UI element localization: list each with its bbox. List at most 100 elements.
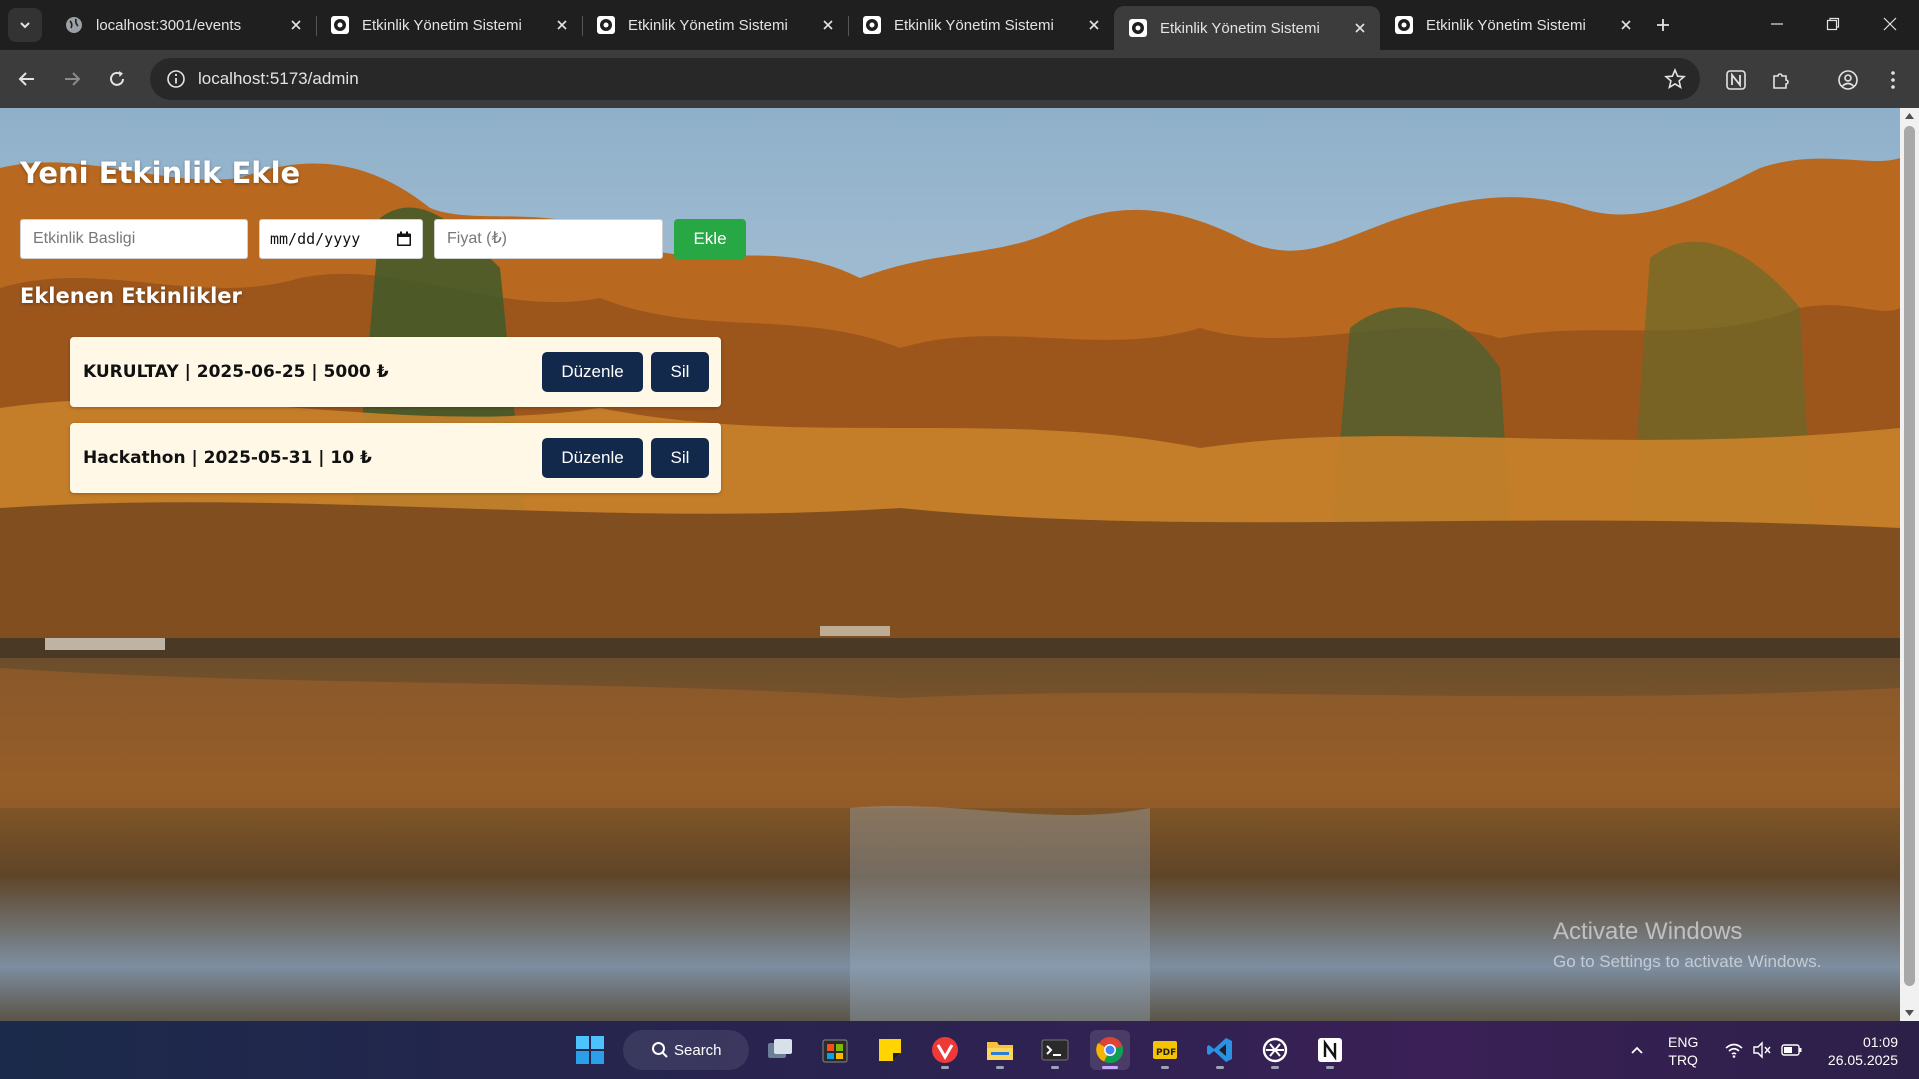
- chevron-down-icon: [20, 22, 30, 29]
- plus-icon: [1657, 19, 1669, 31]
- bookmark-star-icon[interactable]: [1664, 68, 1686, 90]
- tab-events[interactable]: localhost:3001/events: [50, 7, 316, 43]
- react-app-icon: [1129, 19, 1147, 37]
- add-event-form: mm/dd/yyyy Ekle: [20, 219, 746, 259]
- close-icon[interactable]: [1350, 18, 1370, 38]
- react-app-icon: [1395, 16, 1413, 34]
- date-placeholder: mm/dd/yyyy: [270, 230, 361, 248]
- system-clock[interactable]: 01:09 26.05.2025: [1820, 1033, 1898, 1069]
- restore-button[interactable]: [1804, 0, 1862, 48]
- edit-event-button[interactable]: Düzenle: [542, 352, 643, 392]
- notion-icon: [1726, 70, 1746, 90]
- scrollbar-thumb[interactable]: [1904, 126, 1915, 986]
- edit-event-button[interactable]: Düzenle: [542, 438, 643, 478]
- event-list: KURULTAY | 2025-06-25 | 5000 ₺ Düzenle S…: [70, 337, 721, 509]
- tab-title: Etkinlik Yönetim Sistemi: [362, 16, 522, 34]
- start-button[interactable]: [570, 1030, 610, 1070]
- reload-icon: [110, 71, 124, 86]
- running-indicator: [1271, 1066, 1279, 1069]
- taskbar-vivaldi[interactable]: [925, 1030, 965, 1070]
- calendar-icon[interactable]: [396, 231, 412, 247]
- taskbar-store[interactable]: [815, 1030, 855, 1070]
- profile-button[interactable]: [1834, 66, 1862, 94]
- chrome-icon: [1096, 1037, 1124, 1064]
- svg-text:PDF: PDF: [1156, 1048, 1176, 1058]
- battery-status[interactable]: [1772, 1030, 1812, 1070]
- sticky-notes-icon: [879, 1039, 901, 1061]
- restore-icon: [1826, 17, 1840, 31]
- page-viewport: Yeni Etkinlik Ekle mm/dd/yyyy Ekle Eklen…: [0, 108, 1900, 1021]
- search-label: Search: [674, 1041, 722, 1059]
- profile-icon: [1838, 70, 1858, 90]
- event-date-input[interactable]: mm/dd/yyyy: [259, 219, 423, 259]
- tab-search-button[interactable]: [8, 8, 42, 42]
- taskbar-pdf-app[interactable]: PDF: [1145, 1030, 1185, 1070]
- forward-arrow-icon: [65, 72, 81, 86]
- address-bar[interactable]: localhost:5173/admin: [150, 58, 1700, 100]
- delete-event-button[interactable]: Sil: [651, 438, 709, 478]
- event-summary: KURULTAY | 2025-06-25 | 5000 ₺: [83, 362, 389, 382]
- info-icon: [167, 70, 185, 88]
- lang-secondary: TRQ: [1668, 1052, 1698, 1068]
- close-icon[interactable]: [1084, 15, 1104, 35]
- extensions-button[interactable]: [1767, 66, 1795, 94]
- activate-windows-watermark: Activate Windows Go to Settings to activ…: [1553, 918, 1821, 972]
- page-scrollbar[interactable]: [1900, 108, 1919, 1021]
- close-icon[interactable]: [1616, 15, 1636, 35]
- taskbar-chrome[interactable]: [1090, 1030, 1130, 1070]
- tab-strip: localhost:3001/events Etkinlik Yönetim S…: [0, 0, 1919, 50]
- taskbar-chatgpt[interactable]: [1255, 1030, 1295, 1070]
- clock-date: 26.05.2025: [1827, 1052, 1898, 1068]
- tab-etkinlik-3[interactable]: Etkinlik Yönetim Sistemi: [848, 7, 1114, 43]
- new-tab-button[interactable]: [1648, 10, 1678, 40]
- taskbar-search[interactable]: Search: [623, 1030, 749, 1070]
- minimize-button[interactable]: [1748, 0, 1806, 48]
- tab-etkinlik-active[interactable]: Etkinlik Yönetim Sistemi: [1114, 6, 1380, 50]
- taskbar-file-explorer[interactable]: [980, 1030, 1020, 1070]
- input-language-indicator[interactable]: ENG TRQ: [1668, 1033, 1698, 1069]
- taskbar-notion[interactable]: [1310, 1030, 1350, 1070]
- more-vert-icon: [1891, 71, 1895, 89]
- tab-title: Etkinlik Yönetim Sistemi: [628, 16, 788, 34]
- scroll-up-arrow-icon[interactable]: [1904, 110, 1915, 122]
- event-list-heading: Eklenen Etkinlikler: [20, 284, 242, 308]
- site-info-button[interactable]: [154, 58, 198, 100]
- tab-title: Etkinlik Yönetim Sistemi: [1160, 19, 1320, 37]
- chevron-up-icon: [1631, 1046, 1643, 1054]
- scroll-down-arrow-icon[interactable]: [1904, 1007, 1915, 1019]
- tab-etkinlik-1[interactable]: Etkinlik Yönetim Sistemi: [316, 7, 582, 43]
- browser-menu-button[interactable]: [1879, 66, 1907, 94]
- forward-button[interactable]: [57, 64, 87, 94]
- close-icon[interactable]: [818, 15, 838, 35]
- event-title-input[interactable]: [20, 219, 248, 259]
- close-icon[interactable]: [552, 15, 572, 35]
- tab-etkinlik-2[interactable]: Etkinlik Yönetim Sistemi: [582, 7, 848, 43]
- delete-event-button[interactable]: Sil: [651, 352, 709, 392]
- running-indicator: [1161, 1066, 1169, 1069]
- react-app-icon: [331, 16, 349, 34]
- url-text[interactable]: localhost:5173/admin: [198, 69, 359, 89]
- show-hidden-icons-button[interactable]: [1617, 1030, 1657, 1070]
- taskbar-sticky-notes[interactable]: [870, 1030, 910, 1070]
- event-price-input[interactable]: [434, 219, 663, 259]
- taskbar-terminal[interactable]: [1035, 1030, 1075, 1070]
- react-app-icon: [863, 16, 881, 34]
- add-event-button[interactable]: Ekle: [674, 219, 746, 259]
- notion-extension-button[interactable]: [1722, 66, 1750, 94]
- taskbar-vscode[interactable]: [1200, 1030, 1240, 1070]
- browser-toolbar: localhost:5173/admin: [0, 50, 1919, 108]
- back-button[interactable]: [12, 64, 42, 94]
- tab-title: localhost:3001/events: [96, 16, 242, 34]
- close-window-button[interactable]: [1861, 0, 1919, 48]
- pdf-app-icon: PDF: [1153, 1041, 1177, 1059]
- event-summary: Hackathon | 2025-05-31 | 10 ₺: [83, 448, 372, 468]
- tab-etkinlik-5[interactable]: Etkinlik Yönetim Sistemi: [1380, 7, 1646, 43]
- terminal-icon: [1041, 1039, 1069, 1061]
- close-icon[interactable]: [286, 15, 306, 35]
- running-indicator: [1326, 1066, 1334, 1069]
- running-indicator: [941, 1066, 949, 1069]
- reload-button[interactable]: [102, 64, 132, 94]
- event-card: KURULTAY | 2025-06-25 | 5000 ₺ Düzenle S…: [70, 337, 721, 407]
- taskbar-task-view[interactable]: [760, 1030, 800, 1070]
- task-view-icon: [768, 1039, 792, 1058]
